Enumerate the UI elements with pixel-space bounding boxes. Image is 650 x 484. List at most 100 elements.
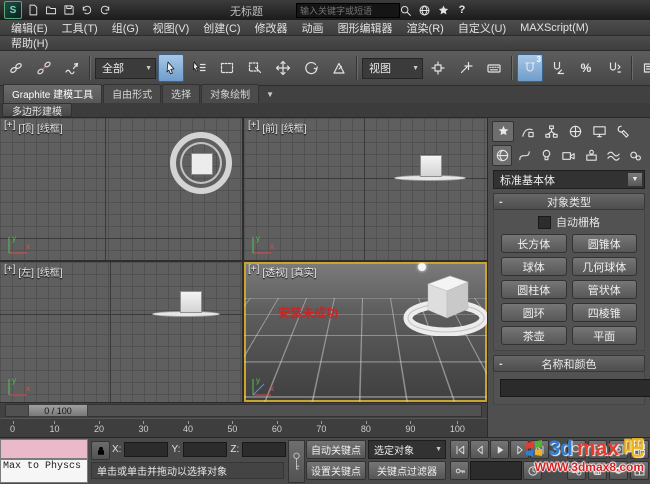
current-frame-field[interactable] — [470, 461, 522, 480]
open-file-icon[interactable] — [43, 3, 58, 18]
tab-utilities[interactable] — [612, 121, 634, 142]
track-bar[interactable]: 0 10 20 30 40 50 60 70 80 90 100 — [0, 418, 487, 437]
key-filters-button[interactable]: 关键点过滤器 — [368, 461, 446, 480]
help-icon[interactable]: ? — [454, 2, 470, 18]
viewport-perspective[interactable]: [+] [透视] [真实] 安装未成功 xy — [244, 262, 487, 402]
sphere-button[interactable]: 球体 — [501, 257, 567, 276]
zoom-all-button[interactable] — [588, 440, 607, 459]
menu-group[interactable]: 组(G) — [105, 20, 146, 35]
menu-edit[interactable]: 编辑(E) — [4, 20, 55, 35]
communication-center-icon[interactable] — [416, 2, 432, 18]
autogrid-checkbox[interactable] — [538, 215, 551, 229]
undo-icon[interactable] — [79, 3, 94, 18]
torus-button[interactable]: 圆环 — [501, 303, 567, 322]
viewport-menu-name[interactable]: [透视] — [262, 264, 288, 279]
new-scene-icon[interactable] — [25, 3, 40, 18]
viewport-left[interactable]: [+] [左] [线框] xy — [0, 262, 242, 402]
percent-snap-toggle-button[interactable]: % — [573, 54, 599, 82]
teapot-button[interactable]: 茶壶 — [501, 326, 567, 345]
select-and-manipulate-button[interactable] — [453, 54, 479, 82]
zoom-extents-button[interactable] — [609, 440, 628, 459]
box-button[interactable]: 长方体 — [501, 234, 567, 253]
selection-filter-dropdown[interactable]: 全部 ▼ — [95, 57, 156, 79]
geosphere-button[interactable]: 几何球体 — [571, 257, 637, 276]
rectangular-selection-region-button[interactable] — [214, 54, 240, 82]
reference-coordinate-system-dropdown[interactable]: 视图 ▼ — [362, 57, 423, 79]
menu-customize[interactable]: 自定义(U) — [451, 20, 513, 35]
category-geometry[interactable] — [492, 145, 513, 166]
keyboard-shortcut-override-button[interactable] — [481, 54, 507, 82]
go-to-start-button[interactable] — [450, 440, 469, 459]
zoom-button[interactable] — [567, 440, 586, 459]
viewport-menu-shading[interactable]: [线框] — [37, 120, 63, 135]
cylinder-button[interactable]: 圆柱体 — [501, 280, 567, 299]
window-crossing-toggle-button[interactable] — [242, 54, 268, 82]
select-object-button[interactable] — [158, 54, 184, 82]
edit-named-selection-sets-button[interactable] — [637, 54, 650, 82]
viewport-menu-plus[interactable]: [+] — [4, 264, 15, 279]
geometry-category-dropdown[interactable]: 标准基本体 ▼ — [493, 170, 645, 189]
spinner-snap-toggle-button[interactable] — [601, 54, 627, 82]
key-mode-toggle-button[interactable] — [450, 461, 469, 480]
category-lights[interactable] — [537, 145, 557, 166]
category-systems[interactable] — [626, 145, 646, 166]
menu-tools[interactable]: 工具(T) — [55, 20, 105, 35]
box-object-left-view[interactable] — [180, 291, 202, 313]
x-coordinate-field[interactable] — [124, 442, 169, 457]
bind-to-space-warp-button[interactable] — [59, 54, 85, 82]
object-type-rollout-header[interactable]: - 对象类型 — [493, 193, 645, 210]
orbit-button[interactable] — [609, 461, 628, 480]
viewport-menu-name[interactable]: [前] — [262, 120, 278, 135]
maxscript-macro-recorder[interactable] — [0, 439, 88, 459]
menu-maxscript[interactable]: MAXScript(M) — [513, 20, 595, 35]
redo-icon[interactable] — [97, 3, 112, 18]
use-pivot-center-button[interactable] — [425, 54, 451, 82]
menu-rendering[interactable]: 渲染(R) — [400, 20, 451, 35]
select-and-move-button[interactable] — [270, 54, 296, 82]
box-object-front-view[interactable] — [420, 155, 442, 177]
tab-object-paint[interactable]: 对象绘制 — [201, 84, 260, 103]
subtab-polygon-modeling[interactable]: 多边形建模 — [2, 103, 72, 118]
selection-lock-toggle[interactable] — [91, 441, 110, 460]
snaps-toggle-button[interactable]: 3 — [517, 54, 543, 82]
unlink-selection-button[interactable] — [31, 54, 57, 82]
z-coordinate-field[interactable] — [242, 442, 287, 457]
auto-key-button[interactable]: 自动关键点 — [306, 440, 366, 459]
viewport-menu-name[interactable]: [顶] — [18, 120, 34, 135]
select-by-name-button[interactable] — [186, 54, 212, 82]
go-to-end-button[interactable] — [530, 440, 549, 459]
viewport-front[interactable]: [+] [前] [线框] xy — [244, 118, 487, 260]
menu-graph-editors[interactable]: 图形编辑器 — [331, 20, 400, 35]
search-icon[interactable] — [397, 2, 413, 18]
plane-button[interactable]: 平面 — [571, 326, 637, 345]
viewport-menu-plus[interactable]: [+] — [248, 264, 259, 279]
category-shapes[interactable] — [514, 145, 534, 166]
select-and-rotate-button[interactable] — [298, 54, 324, 82]
viewport-menu-shading[interactable]: [线框] — [281, 120, 307, 135]
object-name-input[interactable] — [500, 378, 650, 397]
category-helpers[interactable] — [581, 145, 601, 166]
viewport-menu-shading[interactable]: [线框] — [37, 264, 63, 279]
menu-views[interactable]: 视图(V) — [146, 20, 197, 35]
tab-graphite-modeling-tools[interactable]: Graphite 建模工具 — [3, 84, 103, 103]
light-gizmo[interactable] — [418, 263, 426, 271]
category-cameras[interactable] — [559, 145, 579, 166]
box-object-top-view[interactable] — [191, 153, 213, 175]
viewport-menu-name[interactable]: [左] — [18, 264, 34, 279]
set-keys-mode-button[interactable]: 设置关键点 — [306, 461, 366, 480]
tab-display[interactable] — [588, 121, 610, 142]
time-slider-handle[interactable]: 0 / 100 — [28, 404, 88, 417]
tab-freeform[interactable]: 自由形式 — [103, 84, 162, 103]
menu-animation[interactable]: 动画 — [295, 20, 331, 35]
ribbon-minimize-icon[interactable]: ▼ — [266, 90, 274, 99]
box-on-torus-object[interactable] — [400, 266, 487, 336]
selection-set-dropdown[interactable]: 选定对象 ▼ — [368, 440, 446, 459]
maximize-viewport-toggle-button[interactable] — [630, 461, 649, 480]
set-key-button[interactable] — [288, 440, 305, 483]
pan-view-button[interactable] — [588, 461, 607, 480]
time-slider-track[interactable]: 0 / 100 — [5, 404, 482, 417]
play-animation-button[interactable] — [490, 440, 509, 459]
maxscript-mini-listener[interactable]: Max to Physcs — [0, 459, 88, 483]
name-color-rollout-header[interactable]: - 名称和颜色 — [493, 355, 645, 372]
3ds-max-logo-icon[interactable]: S — [4, 1, 22, 19]
